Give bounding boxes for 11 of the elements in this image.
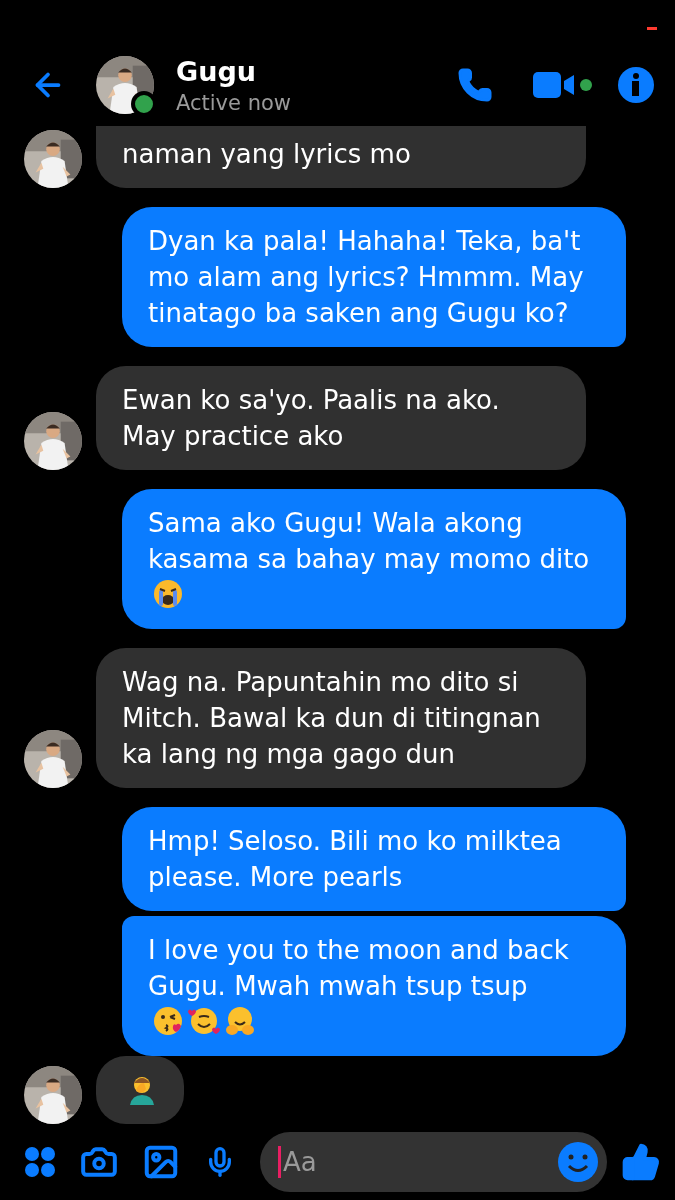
message-text: Ewan ko sa'yo. Paalis na ako. May practice ako [122,385,500,451]
message-text: Hmp! Seloso. Bili mo ko milktea please. More pearls [148,826,562,892]
message-text: Wag na. Papuntahin mo dito si Mitch. Bawal ka dun di titingnan ka lang ng mga gago dun [122,667,541,769]
contact-name: Gugu [176,55,257,87]
message-text: naman yang lyrics mo [122,139,411,169]
active-status: Active now [176,90,292,115]
message-input-field[interactable]: Aa [278,1146,557,1178]
message-text: Sama ako Gugu! Wala akong kasama sa bahay may momo dito [148,508,590,574]
message-text: I love you to the moon and back Gugu. Mwah mwah tsup tsup [148,935,569,1001]
message-text: Dyan ka pala! Hahaha! Teka, ba't mo alam ang lyrics? Hmmm. May tinatago ba saken ang Gugu ko? [148,226,584,328]
message-field[interactable]: Aa [260,1132,607,1192]
